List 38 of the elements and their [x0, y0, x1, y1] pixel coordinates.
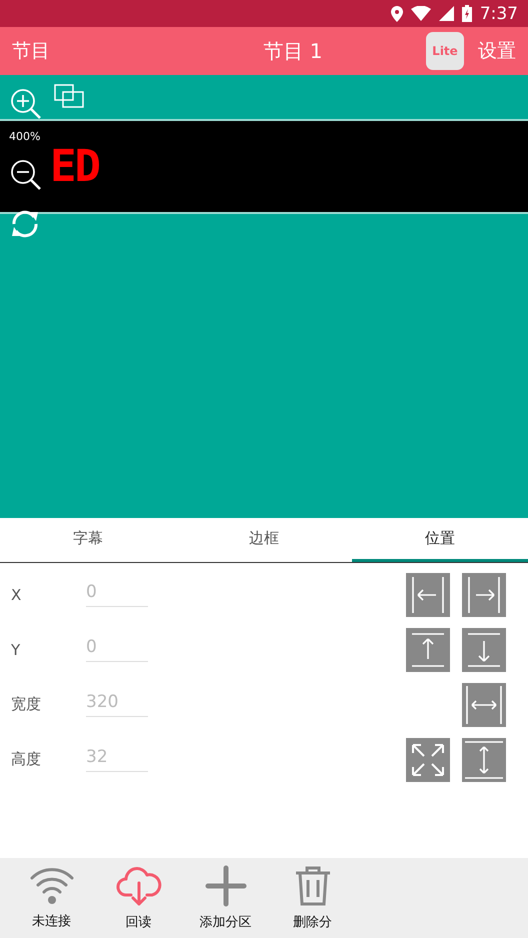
toolbar-button[interactable]: 添加分区 — [182, 858, 269, 938]
field-label: X — [11, 586, 22, 604]
wifi-icon — [410, 6, 431, 21]
tab[interactable]: 位置 — [352, 518, 528, 562]
field-label: Y — [11, 640, 22, 658]
align-bottom-button[interactable] — [462, 628, 506, 672]
zoom-level: 400% — [9, 130, 40, 143]
align-top-button[interactable] — [406, 628, 450, 672]
input-field[interactable]: 0 — [86, 637, 148, 662]
toolbar-button[interactable]: 未连接 — [8, 858, 95, 938]
fill-width-icon — [464, 684, 504, 726]
signal-icon — [438, 6, 454, 21]
fill-height-button[interactable] — [462, 738, 506, 782]
tab[interactable]: 字幕 — [0, 518, 176, 562]
align-right-icon — [466, 574, 502, 614]
input-field[interactable]: 32 — [86, 747, 148, 772]
align-left-icon — [410, 574, 446, 614]
align-right-button[interactable] — [462, 572, 506, 616]
input-field[interactable]: 0 — [86, 582, 148, 607]
field-label: 高度 — [11, 750, 42, 769]
screen-title: 节目 1 — [262, 38, 324, 64]
clock-time: 7:37 — [480, 4, 518, 24]
zoom-out-icon[interactable] — [10, 159, 42, 191]
battery-icon — [462, 5, 472, 22]
field-label: 宽度 — [11, 695, 42, 714]
fill-width-button[interactable] — [462, 682, 506, 726]
refresh-icon[interactable] — [10, 209, 40, 239]
fullscreen-button[interactable] — [406, 738, 450, 782]
align-left-button[interactable] — [406, 572, 450, 616]
fill-height-icon — [463, 738, 505, 780]
tab[interactable]: 边框 — [176, 518, 352, 562]
input-field[interactable]: 320 — [86, 692, 148, 717]
select-area-icon[interactable] — [53, 83, 85, 109]
led-text: ED — [50, 141, 99, 192]
location-icon — [390, 6, 403, 22]
toolbar-button[interactable]: 删除分 — [269, 858, 356, 938]
zoom-in-icon[interactable] — [10, 88, 42, 120]
toolbar-button[interactable]: 回读 — [95, 858, 182, 938]
